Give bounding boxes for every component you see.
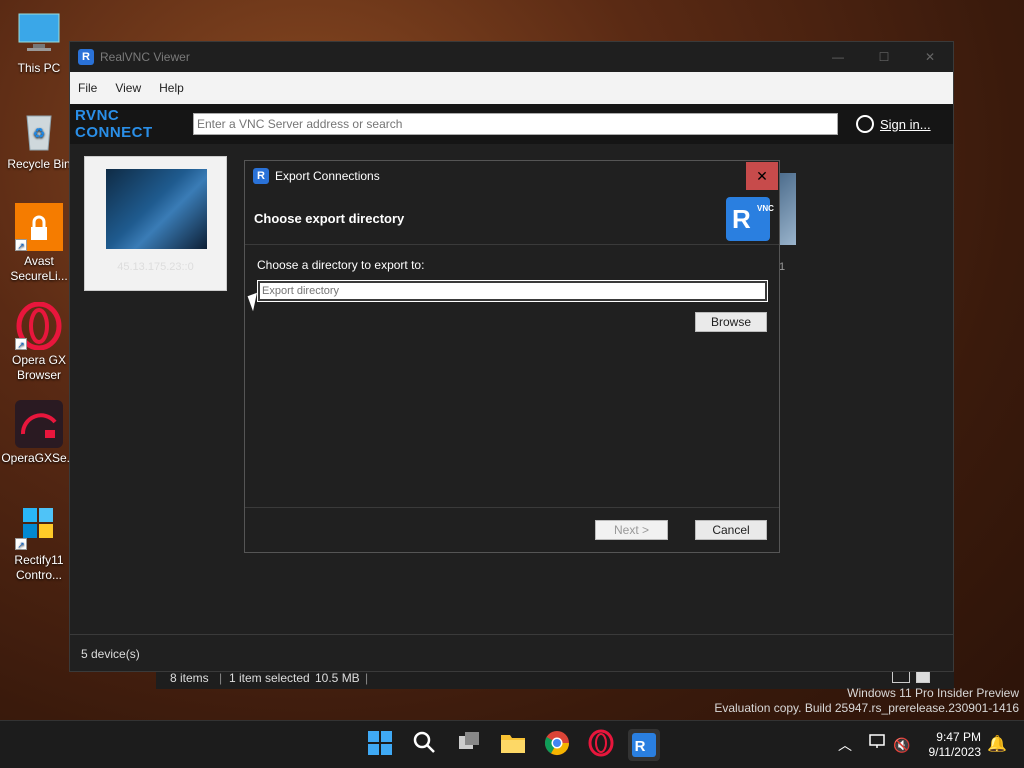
dialog-title-bar[interactable]: R Export Connections bbox=[245, 161, 779, 191]
start-button[interactable] bbox=[364, 729, 396, 761]
cancel-button[interactable]: Cancel bbox=[695, 520, 767, 540]
sign-in-label: Sign in... bbox=[880, 116, 931, 132]
operagx-setup-icon bbox=[15, 400, 63, 448]
explorer-selected-size: 10.5 MB bbox=[315, 671, 360, 685]
file-explorer-icon[interactable] bbox=[497, 729, 529, 761]
desktop-icon-this-pc[interactable]: This PC bbox=[0, 10, 78, 76]
menu-view[interactable]: View bbox=[115, 81, 141, 95]
server-address-search-input[interactable] bbox=[193, 113, 838, 135]
desktop-icon-label: This PC bbox=[17, 61, 61, 75]
dialog-title: Export Connections bbox=[275, 169, 380, 183]
realvnc-taskbar-icon[interactable]: R bbox=[628, 729, 660, 761]
svg-text:R: R bbox=[635, 738, 646, 755]
shortcut-arrow-icon: ↗ bbox=[15, 239, 27, 251]
taskbar-clock[interactable]: 9:47 PM 9/11/2023 bbox=[917, 730, 982, 760]
desktop-icon-label: Recycle Bin bbox=[7, 157, 71, 171]
dialog-close-button[interactable]: ✕ bbox=[746, 162, 778, 190]
vnc-toolbar: RVNC CONNECT Sign in... bbox=[70, 104, 953, 144]
directory-label: Choose a directory to export to: bbox=[257, 258, 425, 272]
desktop-icon-rectify11[interactable]: ↗ Rectify11 Contro... bbox=[0, 502, 78, 583]
shortcut-arrow-icon: ↗ bbox=[15, 338, 27, 350]
menu-bar: File View Help bbox=[70, 72, 953, 104]
explorer-selected-count: 1 item selected bbox=[229, 671, 310, 685]
device-count-footer: 5 device(s) bbox=[70, 634, 953, 671]
volume-muted-icon[interactable]: 🔇 bbox=[886, 729, 918, 761]
vnc-connect-logo: RVNC CONNECT bbox=[75, 107, 153, 141]
desktop-icon-label: Opera GX Browser bbox=[11, 353, 67, 382]
export-connections-dialog: R Export Connections ✕ Choose export dir… bbox=[244, 160, 780, 553]
realvnc-app-icon: R bbox=[78, 49, 94, 65]
browse-button[interactable]: Browse bbox=[695, 312, 767, 332]
recycle-bin-icon: ♻ bbox=[15, 106, 63, 154]
opera-gx-taskbar-icon[interactable] bbox=[585, 729, 617, 761]
svg-text:♻: ♻ bbox=[33, 125, 46, 141]
separator: | bbox=[219, 671, 223, 685]
chrome-icon[interactable] bbox=[541, 729, 573, 761]
watermark-line-1: Windows 11 Pro Insider Preview bbox=[847, 686, 1019, 700]
dialog-heading: Choose export directory bbox=[254, 211, 405, 226]
dialog-divider bbox=[245, 507, 779, 508]
desktop-icon-recycle-bin[interactable]: ♻ Recycle Bin bbox=[0, 106, 78, 172]
desktop-icon-label: Avast SecureLi... bbox=[10, 254, 68, 283]
shortcut-arrow-icon: ↗ bbox=[15, 538, 27, 550]
desktop-icon-avast[interactable]: ↗ Avast SecureLi... bbox=[0, 203, 78, 284]
menu-help[interactable]: Help bbox=[159, 81, 184, 95]
dialog-header: Choose export directory R VNC bbox=[245, 191, 779, 245]
minimize-button[interactable]: — bbox=[815, 42, 861, 72]
avast-lock-icon: ↗ bbox=[15, 203, 63, 251]
desktop-icon-label: Rectify11 Contro... bbox=[14, 553, 64, 582]
close-window-button[interactable]: ✕ bbox=[907, 42, 953, 72]
device-caption: 45.13.175.23::0 bbox=[117, 261, 194, 273]
menu-file[interactable]: File bbox=[78, 81, 97, 95]
search-icon[interactable] bbox=[408, 729, 440, 761]
clock-time: 9:47 PM bbox=[936, 730, 981, 744]
desktop-icon-opera-gx[interactable]: ↗ Opera GX Browser bbox=[0, 301, 78, 383]
vnc-title-bar[interactable]: R RealVNC Viewer — ☐ ✕ bbox=[70, 42, 953, 72]
next-button[interactable]: Next > bbox=[595, 520, 668, 540]
opera-gx-icon: ↗ bbox=[15, 301, 63, 351]
separator: | bbox=[365, 671, 369, 685]
device-thumbnail[interactable]: 45.13.175.23::0 bbox=[84, 156, 227, 291]
maximize-button[interactable]: ☐ bbox=[861, 42, 907, 72]
device-screen-preview bbox=[106, 169, 207, 249]
desktop-icon-operagx-setup[interactable]: OperaGXSe... bbox=[0, 400, 78, 466]
explorer-item-count: 8 items bbox=[170, 671, 209, 685]
monitor-icon bbox=[15, 10, 63, 58]
desktop-icon-label: OperaGXSe... bbox=[1, 451, 77, 465]
window-title: RealVNC Viewer bbox=[100, 50, 190, 64]
notification-bell-icon[interactable]: 🔔 bbox=[981, 729, 1013, 761]
sign-in-button[interactable]: Sign in... bbox=[856, 115, 931, 133]
realvnc-logo-icon: R VNC bbox=[726, 197, 774, 241]
realvnc-app-icon: R bbox=[253, 168, 269, 184]
clock-date: 9/11/2023 bbox=[928, 745, 982, 759]
watermark-line-2: Evaluation copy. Build 25947.rs_prerelea… bbox=[714, 701, 1019, 715]
task-view-icon[interactable] bbox=[453, 729, 485, 761]
rectify11-icon: ↗ bbox=[15, 502, 63, 550]
export-directory-input[interactable] bbox=[257, 280, 768, 302]
taskbar: R ︿ 🔇 9:47 PM 9/11/2023 🔔 bbox=[0, 720, 1024, 768]
user-icon bbox=[856, 115, 874, 133]
chevron-up-icon[interactable]: ︿ bbox=[829, 729, 861, 761]
